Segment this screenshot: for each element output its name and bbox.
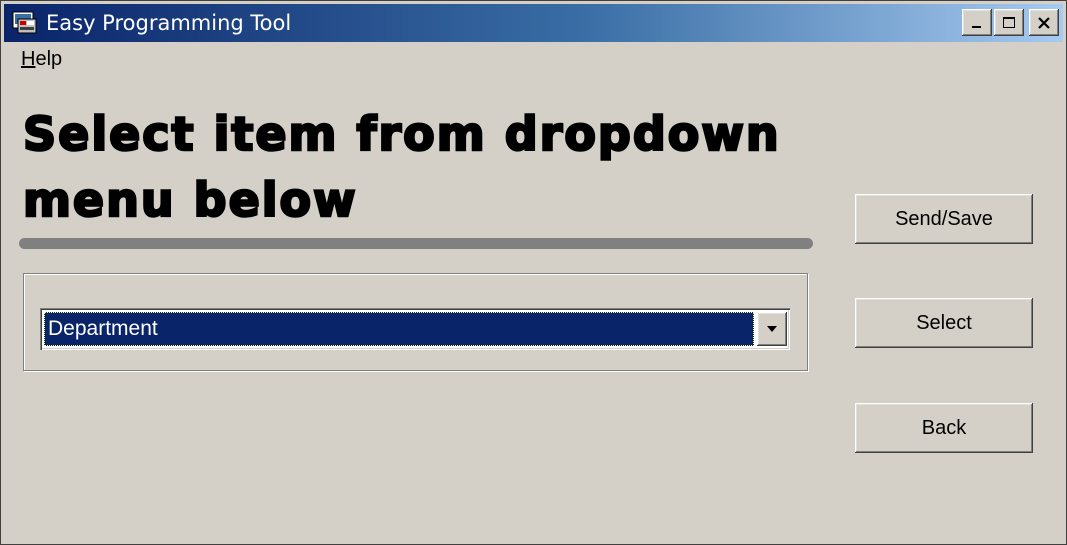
heading-line-1: Select item from dropdown: [22, 106, 781, 163]
minimize-icon: [972, 25, 981, 28]
item-dropdown[interactable]: Department: [40, 308, 790, 350]
chevron-down-icon: [767, 326, 777, 332]
close-button[interactable]: [1029, 9, 1059, 36]
dropdown-arrow-button[interactable]: [757, 312, 787, 346]
dropdown-selected-value[interactable]: Department: [44, 312, 754, 346]
window-controls: [960, 9, 1059, 36]
send-save-button[interactable]: Send/Save: [855, 194, 1033, 244]
select-button[interactable]: Select: [855, 298, 1033, 348]
title-bar[interactable]: Easy Programming Tool: [4, 4, 1063, 42]
app-window: Easy Programming Tool Help Select item f…: [0, 0, 1067, 545]
menu-help-mnemonic: H: [21, 48, 36, 70]
minimize-button[interactable]: [962, 9, 992, 36]
heading-line-2: menu below: [22, 172, 358, 229]
instruction-heading: Select item from dropdown menu below: [22, 101, 823, 233]
heading-divider: [19, 238, 813, 249]
app-window-icon[interactable]: [10, 8, 40, 38]
close-icon: [1038, 16, 1050, 29]
menu-help-label: elp: [35, 48, 63, 70]
maximize-button[interactable]: [994, 9, 1024, 36]
menu-help[interactable]: Help: [21, 48, 62, 70]
menu-bar: Help: [21, 48, 62, 74]
window-title: Easy Programming Tool: [46, 11, 292, 35]
maximize-icon: [1003, 16, 1015, 28]
back-button[interactable]: Back: [855, 403, 1033, 453]
